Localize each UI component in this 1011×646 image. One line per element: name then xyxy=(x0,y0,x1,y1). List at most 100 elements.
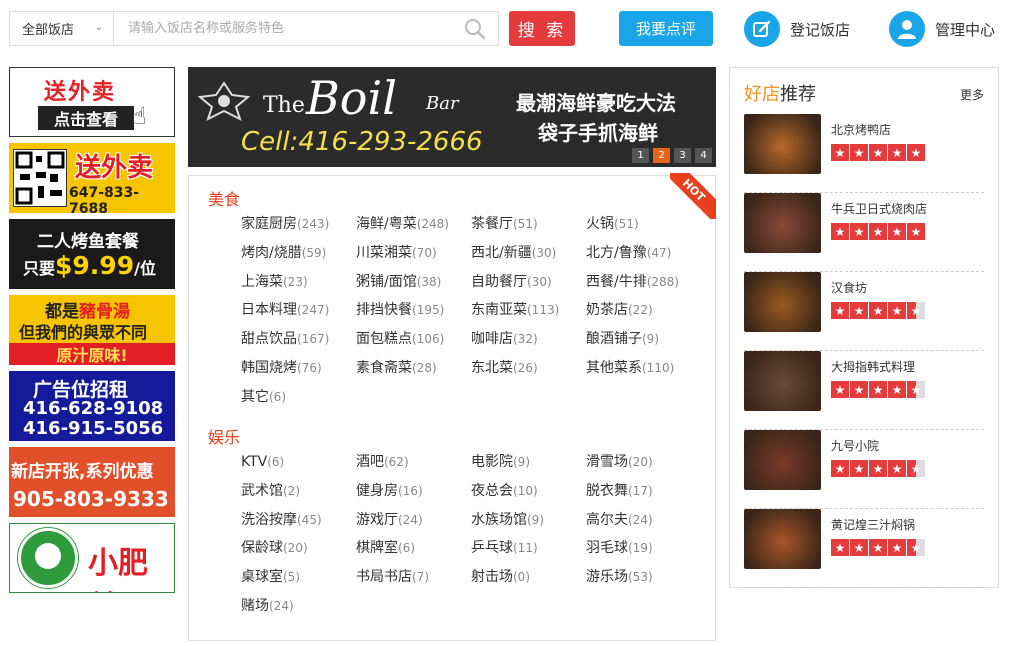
category-link[interactable]: 日本料理(247) xyxy=(241,300,356,329)
restaurant-thumbnail[interactable] xyxy=(744,272,821,332)
recommended-title: 好店推荐 xyxy=(744,80,816,106)
category-link[interactable]: 东南亚菜(113) xyxy=(471,300,586,329)
category-link[interactable]: 烤肉/烧腊(59) xyxy=(241,243,356,272)
restaurant-thumbnail[interactable] xyxy=(744,509,821,569)
search-button[interactable]: 搜 索 xyxy=(509,11,575,46)
category-link[interactable]: 海鲜/粤菜(248) xyxy=(356,214,471,243)
category-link[interactable]: 武术馆(2) xyxy=(241,481,356,510)
recommended-item[interactable]: 黄记煌三汁焖锅 ★ ★ ★ ★ ★ xyxy=(744,509,984,588)
category-count: (59) xyxy=(301,245,327,260)
category-link[interactable]: 咖啡店(32) xyxy=(471,329,586,358)
search-input[interactable] xyxy=(114,12,452,45)
category-link[interactable]: 电影院(9) xyxy=(471,452,586,481)
restaurant-thumbnail[interactable] xyxy=(744,430,821,490)
category-link[interactable]: 东北菜(26) xyxy=(471,358,586,387)
ad-space-for-rent[interactable]: 广告位招租 416-628-9108 416-915-5056 xyxy=(9,371,175,441)
category-link[interactable]: 棋牌室(6) xyxy=(356,538,471,567)
star-icon: ★ xyxy=(888,144,906,161)
category-link[interactable]: 脱衣舞(17) xyxy=(586,481,701,510)
category-link[interactable]: 甜点饮品(167) xyxy=(241,329,356,358)
category-link[interactable]: 酿酒铺子(9) xyxy=(586,329,701,358)
recommended-item[interactable]: 汉食坊 ★ ★ ★ ★ ★ xyxy=(744,272,984,351)
category-link[interactable]: 西餐/牛排(288) xyxy=(586,272,701,301)
restaurant-name[interactable]: 汉食坊 xyxy=(831,279,867,296)
category-name: 游乐场 xyxy=(586,569,628,586)
search-icon[interactable] xyxy=(452,12,498,45)
category-link[interactable]: KTV(6) xyxy=(241,452,356,481)
ad-delivery-qr[interactable]: 送外卖 647-833-7688 xyxy=(9,143,175,213)
restaurant-name[interactable]: 牛兵卫日式烧肉店 xyxy=(831,200,927,217)
category-count: (195) xyxy=(412,303,445,318)
ad-new-store[interactable]: 新店开张,系列优惠 905-803-9333 xyxy=(9,447,175,517)
banner-logo-text: The xyxy=(263,93,305,118)
category-link[interactable]: 奶茶店(22) xyxy=(586,300,701,329)
category-link[interactable]: 韩国烧烤(76) xyxy=(241,358,356,387)
hot-badge-label: HOT xyxy=(670,173,716,219)
slide-indicator[interactable]: 3 xyxy=(674,148,691,163)
ad-fish-combo[interactable]: 二人烤鱼套餐 只要$9.99/位 xyxy=(9,219,175,289)
category-link[interactable]: 酒吧(62) xyxy=(356,452,471,481)
slide-indicator[interactable]: 4 xyxy=(695,148,712,163)
slide-indicator[interactable]: 2 xyxy=(653,148,670,163)
slide-indicator[interactable]: 1 xyxy=(632,148,649,163)
category-link[interactable]: 川菜湘菜(70) xyxy=(356,243,471,272)
ad-phones: 416-628-9108 416-915-5056 xyxy=(23,399,163,439)
recommended-item[interactable]: 九号小院 ★ ★ ★ ★ ★ xyxy=(744,430,984,509)
recommended-item[interactable]: 北京烤鸭店 ★ ★ ★ ★ ★ xyxy=(744,114,984,193)
restaurant-thumbnail[interactable] xyxy=(744,193,821,253)
category-name: 羽毛球 xyxy=(586,540,628,557)
restaurant-thumbnail[interactable] xyxy=(744,351,821,411)
restaurant-name[interactable]: 九号小院 xyxy=(831,437,879,454)
ad-text: 只要 xyxy=(23,259,56,278)
ad-delivery-banner[interactable]: 送外卖 点击查看 ☝ xyxy=(9,67,175,137)
category-link[interactable]: 粥铺/面馆(38) xyxy=(356,272,471,301)
category-link[interactable]: 羽毛球(19) xyxy=(586,538,701,567)
category-count: (30) xyxy=(527,274,552,289)
category-link[interactable]: 家庭厨房(243) xyxy=(241,214,356,243)
category-name: 排挡快餐 xyxy=(356,302,412,319)
restaurant-name[interactable]: 黄记煌三汁焖锅 xyxy=(831,516,915,533)
admin-center-link[interactable]: 管理中心 xyxy=(889,11,995,47)
category-link[interactable]: 北方/鲁豫(47) xyxy=(586,243,701,272)
category-link[interactable]: 保龄球(20) xyxy=(241,538,356,567)
category-link[interactable]: 夜总会(10) xyxy=(471,481,586,510)
promo-banner[interactable]: The Boil Bar 最潮海鲜豪吃大法 袋子手抓海鲜 Cell:416-29… xyxy=(188,67,716,167)
category-link[interactable]: 素食斋菜(28) xyxy=(356,358,471,387)
category-link[interactable]: 其它(6) xyxy=(241,387,356,416)
category-link[interactable]: 游乐场(53) xyxy=(586,567,701,596)
category-link[interactable]: 其他菜系(110) xyxy=(586,358,701,387)
register-restaurant-link[interactable]: 登记饭店 xyxy=(744,11,850,47)
category-link[interactable]: 游戏厅(24) xyxy=(356,510,471,539)
category-link[interactable]: 西北/新疆(30) xyxy=(471,243,586,272)
category-link[interactable]: 自助餐厅(30) xyxy=(471,272,586,301)
category-link[interactable]: 火锅(51) xyxy=(586,214,701,243)
ad-little-sheep[interactable]: 小肥羊 xyxy=(9,523,175,593)
more-link[interactable]: 更多 xyxy=(960,86,984,103)
category-name: 西餐/牛排 xyxy=(586,273,647,290)
category-link[interactable]: 面包糕点(106) xyxy=(356,329,471,358)
category-link[interactable]: 乒乓球(11) xyxy=(471,538,586,567)
category-name: 保龄球 xyxy=(241,540,283,557)
ad-phone: 416-915-5056 xyxy=(23,418,164,439)
category-link[interactable]: 健身房(16) xyxy=(356,481,471,510)
category-link[interactable]: 茶餐厅(51) xyxy=(471,214,586,243)
recommended-item[interactable]: 牛兵卫日式烧肉店 ★ ★ ★ ★ ★ xyxy=(744,193,984,272)
category-link[interactable]: 射击场(0) xyxy=(471,567,586,596)
restaurant-name[interactable]: 北京烤鸭店 xyxy=(831,121,891,138)
category-link[interactable]: 洗浴按摩(45) xyxy=(241,510,356,539)
category-link[interactable]: 桌球室(5) xyxy=(241,567,356,596)
category-link[interactable]: 排挡快餐(195) xyxy=(356,300,471,329)
category-link[interactable]: 滑雪场(20) xyxy=(586,452,701,481)
recommended-item[interactable]: 大拇指韩式料理 ★ ★ ★ ★ ★ xyxy=(744,351,984,430)
category-link[interactable]: 书局书店(7) xyxy=(356,567,471,596)
category-link[interactable]: 水族场馆(9) xyxy=(471,510,586,539)
restaurant-thumbnail[interactable] xyxy=(744,114,821,174)
category-link[interactable]: 高尔夫(24) xyxy=(586,510,701,539)
ad-pork-broth[interactable]: 都是豬骨湯 但我們的與眾不同 原汁原味! xyxy=(9,295,175,365)
restaurant-name[interactable]: 大拇指韩式料理 xyxy=(831,358,915,375)
write-review-button[interactable]: 我要点评 xyxy=(619,11,713,46)
category-count: (26) xyxy=(513,360,538,375)
category-link[interactable]: 上海菜(23) xyxy=(241,272,356,301)
category-link[interactable]: 赌场(24) xyxy=(241,596,356,625)
category-select[interactable]: 全部饭店 ⌄ xyxy=(10,12,114,45)
